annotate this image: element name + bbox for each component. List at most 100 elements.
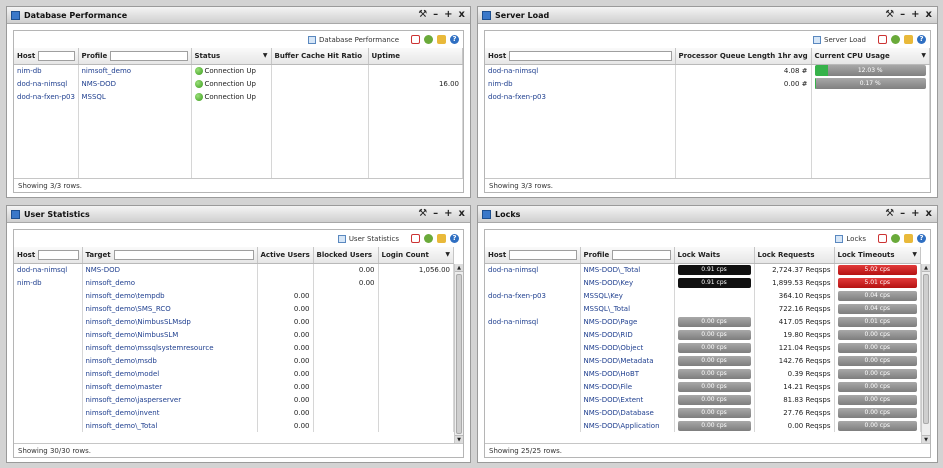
host-link[interactable]: [14, 380, 83, 393]
host-link[interactable]: nim-db: [14, 64, 79, 77]
host-link[interactable]: dod-na-nimsql: [485, 315, 581, 328]
column-header-host[interactable]: Host: [14, 48, 79, 65]
profile-link[interactable]: NMS-DOD\HoBT: [580, 367, 675, 380]
column-header-lock-waits[interactable]: Lock Waits: [674, 247, 755, 264]
target-filter-input[interactable]: [113, 249, 254, 260]
table-row[interactable]: dod-na-nimsql NMS-DOD\_Total 0.91 cps 2,724…: [485, 263, 921, 276]
table-row[interactable]: nimsoft_demo\tempdb 0.00: [14, 289, 454, 302]
minimize-button[interactable]: –: [900, 10, 905, 20]
close-button[interactable]: x: [926, 209, 932, 219]
help-icon[interactable]: ?: [450, 234, 459, 243]
column-header-target[interactable]: Target: [82, 247, 258, 264]
host-link[interactable]: dod-na-nimsql: [485, 263, 581, 276]
table-row[interactable]: nimsoft_demo\msdb 0.00: [14, 354, 454, 367]
scroll-thumb[interactable]: [923, 274, 929, 424]
target-link[interactable]: nimsoft_demo\model: [82, 367, 258, 380]
host-link[interactable]: dod-na-nimsql: [485, 64, 676, 77]
table-row[interactable]: [485, 142, 930, 155]
folder-icon[interactable]: [437, 234, 446, 243]
minimize-button[interactable]: –: [433, 10, 438, 20]
report-link[interactable]: Database Performance: [308, 35, 399, 44]
wrench-icon[interactable]: ⚒: [885, 209, 894, 219]
close-button[interactable]: x: [459, 10, 465, 20]
column-header-buffer-cache[interactable]: Buffer Cache Hit Ratio: [271, 48, 369, 65]
table-row[interactable]: nim-db 0.00 # 0.17 %: [485, 77, 930, 90]
panel-titlebar[interactable]: Database Performance ⚒ – + x: [7, 7, 470, 24]
column-header-queue[interactable]: Processor Queue Length 1hr avg: [675, 48, 812, 65]
table-row[interactable]: nimsoft_demo\NimbusSLMsdp 0.00: [14, 315, 454, 328]
pdf-icon[interactable]: [878, 35, 887, 44]
scroll-up-icon[interactable]: ▲: [922, 264, 930, 272]
help-icon[interactable]: ?: [917, 234, 926, 243]
target-link[interactable]: nimsoft_demo\SMS_RCO: [82, 302, 258, 315]
panel-titlebar[interactable]: User Statistics ⚒ – + x: [7, 206, 470, 223]
vertical-scrollbar[interactable]: ▲ ▼: [921, 264, 930, 443]
table-row[interactable]: dod-na-nimsql NMS-DOD 0.00 1,056.00: [14, 263, 454, 276]
host-link[interactable]: [14, 289, 83, 302]
host-link[interactable]: [14, 341, 83, 354]
table-row[interactable]: NMS-DOD\RID 0.00 cps 19.80 Reqsps 0.00 cps: [485, 328, 921, 341]
forward-icon[interactable]: [891, 234, 900, 243]
profile-link[interactable]: NMS-DOD\Extent: [580, 393, 675, 406]
pdf-icon[interactable]: [411, 35, 420, 44]
sort-arrow-icon[interactable]: ▼: [921, 52, 926, 59]
host-link[interactable]: [14, 302, 83, 315]
host-link[interactable]: [485, 406, 581, 419]
host-link[interactable]: [485, 328, 581, 341]
host-filter-input[interactable]: [38, 50, 75, 61]
wrench-icon[interactable]: ⚒: [418, 10, 427, 20]
table-row[interactable]: NMS-DOD\Object 0.00 cps 121.04 Reqsps 0.00 …: [485, 341, 921, 354]
column-header-lock-requests[interactable]: Lock Requests: [754, 247, 835, 264]
help-icon[interactable]: ?: [917, 35, 926, 44]
table-row[interactable]: NMS-DOD\File 0.00 cps 14.21 Reqsps 0.00 cps: [485, 380, 921, 393]
table-row[interactable]: [14, 129, 463, 142]
profile-link[interactable]: MSSQL\Key: [580, 289, 675, 302]
host-link[interactable]: [14, 315, 83, 328]
table-row[interactable]: dod-na-fxen-p03 MSSQL Connection Up: [14, 90, 463, 103]
folder-icon[interactable]: [904, 35, 913, 44]
table-row[interactable]: nimsoft_demo\_Total 0.00: [14, 419, 454, 432]
report-link[interactable]: Locks: [835, 234, 866, 243]
host-link[interactable]: [14, 419, 83, 432]
table-row[interactable]: NMS-DOD\Key 0.91 cps 1,899.53 Reqsps 5.01 c…: [485, 276, 921, 289]
table-row[interactable]: dod-na-nimsql 4.08 # 12.03 %: [485, 64, 930, 77]
column-header-profile[interactable]: Profile: [580, 247, 675, 264]
host-link[interactable]: [485, 302, 581, 315]
column-header-blocked-users[interactable]: Blocked Users: [313, 247, 379, 264]
host-link[interactable]: dod-na-fxen-p03: [485, 90, 676, 103]
column-header-uptime[interactable]: Uptime: [368, 48, 463, 65]
forward-icon[interactable]: [424, 35, 433, 44]
host-link[interactable]: dod-na-nimsql: [14, 77, 79, 90]
maximize-button[interactable]: +: [911, 209, 919, 219]
pdf-icon[interactable]: [878, 234, 887, 243]
sort-arrow-icon[interactable]: ▼: [445, 251, 450, 258]
host-link[interactable]: [485, 380, 581, 393]
column-header-active-users[interactable]: Active Users: [257, 247, 314, 264]
target-link[interactable]: nimsoft_demo\master: [82, 380, 258, 393]
table-row[interactable]: nimsoft_demo\model 0.00: [14, 367, 454, 380]
profile-link[interactable]: NMS-DOD\Object: [580, 341, 675, 354]
table-row[interactable]: nim-db nimsoft_demo 0.00: [14, 276, 454, 289]
host-link[interactable]: [14, 328, 83, 341]
help-icon[interactable]: ?: [450, 35, 459, 44]
host-filter-input[interactable]: [509, 249, 577, 260]
table-row[interactable]: dod-na-nimsql NMS-DOD Connection Up 16.00: [14, 77, 463, 90]
target-link[interactable]: nimsoft_demo\invent: [82, 406, 258, 419]
maximize-button[interactable]: +: [444, 209, 452, 219]
target-link[interactable]: nimsoft_demo\NimbusSLMsdp: [82, 315, 258, 328]
table-row[interactable]: NMS-DOD\Application 0.00 cps 0.00 Reqsps 0.…: [485, 419, 921, 432]
table-row[interactable]: [485, 155, 930, 168]
profile-link[interactable]: MSSQL\_Total: [580, 302, 675, 315]
column-header-host[interactable]: Host: [485, 48, 676, 65]
host-link[interactable]: [14, 393, 83, 406]
forward-icon[interactable]: [891, 35, 900, 44]
profile-link[interactable]: NMS-DOD\Key: [580, 276, 675, 289]
scroll-thumb[interactable]: [456, 274, 462, 434]
table-row[interactable]: nimsoft_demo\SMS_RCO 0.00: [14, 302, 454, 315]
table-row[interactable]: dod-na-nimsql NMS-DOD\Page 0.00 cps 417.05 …: [485, 315, 921, 328]
minimize-button[interactable]: –: [900, 209, 905, 219]
host-link[interactable]: [14, 406, 83, 419]
host-filter-input[interactable]: [38, 249, 79, 260]
profile-filter-input[interactable]: [110, 50, 188, 61]
sort-arrow-icon[interactable]: ▼: [263, 52, 268, 59]
